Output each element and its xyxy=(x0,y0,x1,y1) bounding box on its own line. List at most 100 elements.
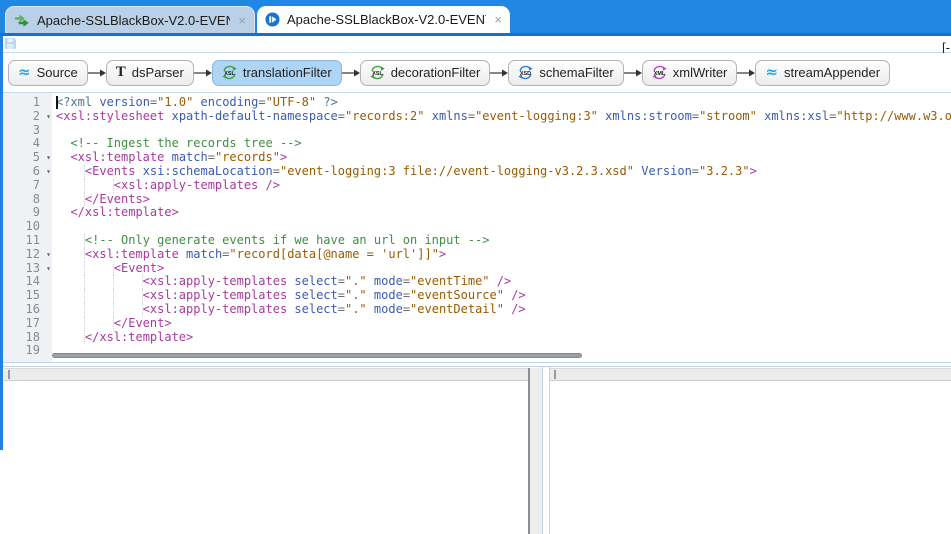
line-number[interactable]: 6 ▾ xyxy=(0,164,52,179)
focus-border xyxy=(0,36,3,450)
scroll-tick xyxy=(554,370,556,379)
pipeline-element-label: xmlWriter xyxy=(672,65,728,80)
pipeline-icon xyxy=(265,12,280,27)
svg-text:XSD: XSD xyxy=(520,71,531,77)
line-number[interactable]: 12 ▾ xyxy=(0,247,52,262)
svg-text:XML: XML xyxy=(654,71,666,77)
bottom-left-panel xyxy=(4,367,542,534)
pipeline-element-label: Source xyxy=(36,65,78,80)
toolbar: [- xyxy=(0,36,951,55)
code-line[interactable]: 13 ▾ <Event> xyxy=(0,261,951,276)
fold-marker-icon[interactable]: ▾ xyxy=(46,151,51,165)
editor-horizontal-scrollbar[interactable] xyxy=(52,353,582,358)
text-parser-icon: T xyxy=(115,64,126,80)
pipeline-element-label: streamAppender xyxy=(783,65,881,80)
line-number[interactable]: 19 xyxy=(0,344,52,358)
line-number[interactable]: 18 xyxy=(0,330,52,345)
bottom-right-panel xyxy=(550,367,951,534)
pipeline-element-streamAppender[interactable]: ≈ streamAppender xyxy=(755,59,891,86)
line-number[interactable]: 11 xyxy=(0,233,52,248)
stream-icon: ≈ xyxy=(18,63,31,81)
stroom-app-window: Apache-SSLBlackBox-V2.0-EVENTS × Apache-SS… xyxy=(0,0,951,534)
tab-bar: Apache-SSLBlackBox-V2.0-EVENTS × Apache-SS… xyxy=(0,0,951,33)
bottom-left-panel-body[interactable] xyxy=(4,382,542,534)
line-number[interactable]: 2 ▾ xyxy=(0,109,52,124)
fold-marker-icon[interactable]: ▾ xyxy=(46,262,51,276)
line-number[interactable]: 14 xyxy=(0,275,52,289)
fold-marker-icon[interactable]: ▾ xyxy=(46,165,51,179)
line-number[interactable]: 5 ▾ xyxy=(0,150,52,165)
code-line[interactable]: 1 <?xml version="1.0" encoding="UTF-8" ?> xyxy=(0,95,951,110)
code-line[interactable]: 3 xyxy=(0,123,951,138)
pipeline-link-arrow xyxy=(87,69,106,76)
bottom-right-panel-body[interactable] xyxy=(550,382,951,534)
line-number[interactable]: 8 xyxy=(0,192,52,207)
code-line[interactable]: 7 <xsl:apply-templates /> xyxy=(0,178,951,193)
pipeline-link-arrow xyxy=(737,69,756,76)
fold-marker-icon[interactable]: ▾ xyxy=(46,110,51,124)
line-number[interactable]: 10 xyxy=(0,219,52,234)
code-line[interactable]: 12 ▾ <xsl:template match="record[data[@nam… xyxy=(0,247,951,262)
line-number[interactable]: 7 xyxy=(0,178,52,193)
feed-icon xyxy=(15,14,29,27)
pipeline-element-translationFilter[interactable]: XSL translationFilter xyxy=(211,59,342,86)
code-line[interactable]: 16 <xsl:apply-templates select="." mode="… xyxy=(0,302,951,317)
code-line[interactable]: 18 </xsl:template> xyxy=(0,330,951,345)
pipeline-element-schemaFilter[interactable]: XSD schemaFilter xyxy=(508,59,624,86)
tab-close-icon[interactable]: × xyxy=(486,12,502,27)
stream-icon: ≈ xyxy=(765,63,778,81)
pipeline-link-arrow xyxy=(341,69,360,76)
pipeline-element-label: dsParser xyxy=(131,65,184,80)
pipeline-link-arrow xyxy=(490,69,509,76)
bottom-panels xyxy=(0,367,951,534)
svg-text:XSL: XSL xyxy=(372,71,383,77)
code-line[interactable]: 6 ▾ <Events xsi:schemaLocation="event-logg… xyxy=(0,164,951,179)
line-number[interactable]: 16 xyxy=(0,302,52,317)
pipeline-element-decorationFilter[interactable]: XSL decorationFilter xyxy=(359,59,491,86)
pipeline-element-label: decorationFilter xyxy=(390,65,481,80)
line-number[interactable]: 17 xyxy=(0,316,52,331)
code-line[interactable]: 9 </xsl:template> xyxy=(0,205,951,220)
line-number[interactable]: 15 xyxy=(0,288,52,303)
pipeline-element-Source[interactable]: ≈ Source xyxy=(8,59,88,86)
scroll-tick xyxy=(8,370,10,379)
bottom-left-vertical-scrollbar[interactable] xyxy=(528,368,542,534)
pipeline-element-label: translationFilter xyxy=(242,65,332,80)
fold-marker-icon[interactable]: ▾ xyxy=(46,248,51,262)
xml-icon: XML xyxy=(652,65,667,80)
pipeline-element-xmlWriter[interactable]: XML xmlWriter xyxy=(641,59,738,86)
line-number[interactable]: 4 xyxy=(0,137,52,151)
tab-close-icon[interactable]: × xyxy=(230,13,246,28)
bottom-left-panel-header xyxy=(4,368,542,381)
pipeline-element-dsParser[interactable]: TdsParser xyxy=(105,59,194,86)
xsl-icon: XSL xyxy=(222,65,237,80)
tab-label: Apache-SSLBlackBox-V2.0-EVENTS xyxy=(37,12,231,28)
pipeline-element-label: schemaFilter xyxy=(539,65,614,80)
xsd-icon: XSD xyxy=(518,65,533,80)
scrollbar-thumb[interactable] xyxy=(528,368,530,534)
bottom-right-panel-header xyxy=(550,368,951,381)
code-line[interactable]: 4 <!-- Ingest the records tree --> xyxy=(0,136,951,151)
line-number[interactable]: 3 xyxy=(0,123,52,138)
xsl-icon: XSL xyxy=(370,65,385,80)
code-line[interactable]: 2 ▾ <xsl:stylesheet xpath-default-namespac… xyxy=(0,109,951,124)
pipeline-link-arrow xyxy=(623,69,642,76)
tab-2-apache-ssl-events[interactable]: Apache-SSLBlackBox-V2.0-EVENTS × xyxy=(257,6,510,33)
code-line[interactable]: 17 </Event> xyxy=(0,316,951,331)
code-area[interactable]: 1 <?xml version="1.0" encoding="UTF-8" ?>… xyxy=(0,95,951,358)
vertical-splitter[interactable] xyxy=(542,367,550,534)
pipeline-link-arrow xyxy=(193,69,212,76)
code-line[interactable]: 5 ▾ <xsl:template match="records"> xyxy=(0,150,951,165)
code-line[interactable]: 8 </Events> xyxy=(0,192,951,207)
tab-1-apache-ssl-events[interactable]: Apache-SSLBlackBox-V2.0-EVENTS × xyxy=(5,6,255,33)
line-number[interactable]: 13 ▾ xyxy=(0,261,52,276)
xslt-editor[interactable]: 1 <?xml version="1.0" encoding="UTF-8" ?>… xyxy=(0,93,951,362)
svg-text:XSL: XSL xyxy=(224,71,235,77)
code-line[interactable]: 10 xyxy=(0,219,951,234)
line-number[interactable]: 9 xyxy=(0,206,52,220)
line-number[interactable]: 1 xyxy=(0,95,52,110)
code-line[interactable]: 11 <!-- Only generate events if we have a… xyxy=(0,233,951,248)
code-line[interactable]: 15 <xsl:apply-templates select="." mode="… xyxy=(0,288,951,303)
code-line[interactable]: 14 <xsl:apply-templates select="." mode="… xyxy=(0,274,951,290)
tab-label: Apache-SSLBlackBox-V2.0-EVENTS xyxy=(287,12,487,27)
